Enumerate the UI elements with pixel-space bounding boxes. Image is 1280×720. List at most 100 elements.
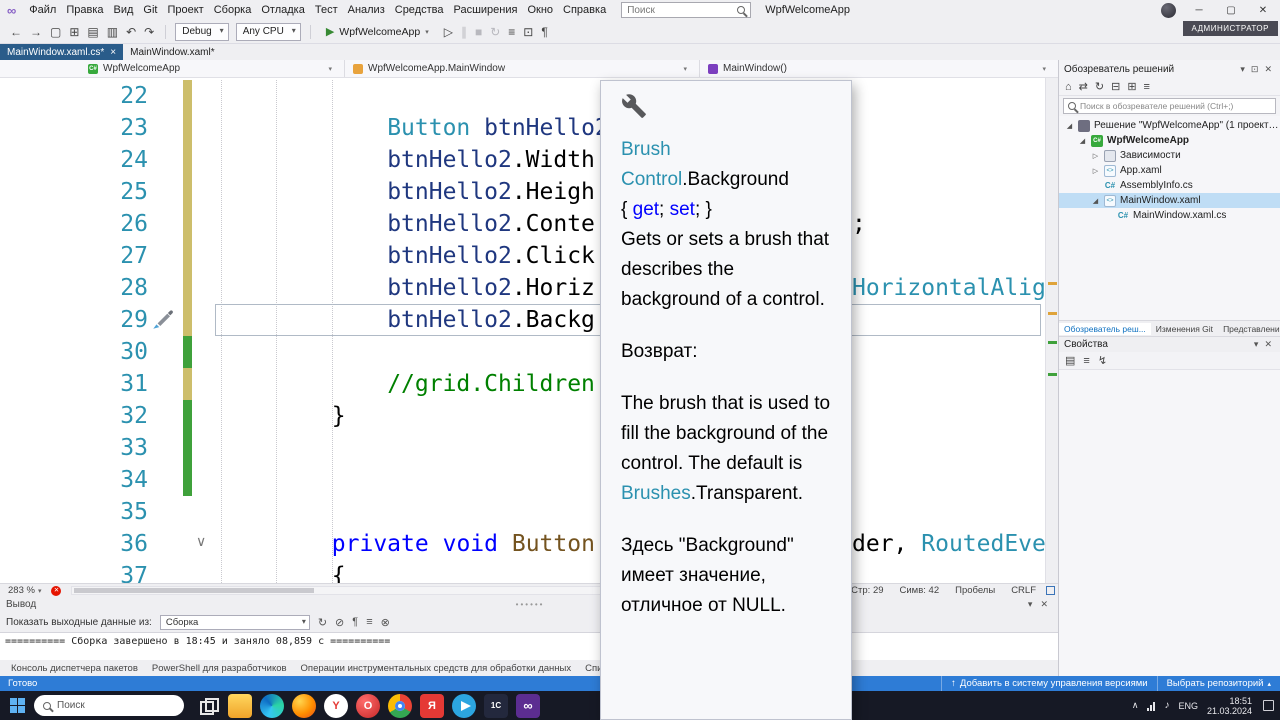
symbol-link[interactable]: Control [621, 169, 682, 190]
code-line-25[interactable]: 25btnHello2.Heigh [0, 176, 1045, 208]
code-line-37[interactable]: 37{ [0, 560, 1045, 583]
save-icon[interactable]: ▤ [83, 25, 102, 39]
menu-item-0[interactable]: Файл [24, 4, 61, 16]
symbol-link[interactable]: Brush [621, 139, 671, 160]
redo-icon[interactable]: ↷ [140, 25, 158, 39]
se-tab-0[interactable]: Обозреватель реш... [1059, 323, 1151, 335]
save-all-icon[interactable]: ▥ [103, 25, 122, 39]
line-number[interactable]: 31 [0, 368, 148, 400]
close-icon[interactable]: ✕ [1261, 339, 1275, 349]
start-without-debugging-icon[interactable]: ▷ [440, 25, 457, 39]
toggle-output-icon[interactable]: ≡ [366, 616, 372, 629]
taskbar-icon-app-dark[interactable]: 1С [484, 694, 508, 718]
tree-expanded-icon[interactable]: ◢ [1078, 137, 1087, 145]
se-tab-1[interactable]: Изменения Git [1151, 323, 1218, 335]
tool-tab-0[interactable]: Консоль диспетчера пакетов [4, 662, 145, 675]
dock-icon[interactable]: ▾ [1237, 64, 1248, 74]
taskbar-icon-yandex[interactable]: Я [420, 694, 444, 718]
solution-configurations-icon[interactable]: ≡ [504, 25, 519, 39]
taskbar-icon-task-view[interactable] [196, 694, 220, 718]
breadcrumb-1[interactable]: WpfWelcomeApp.MainWindow▾ [345, 60, 700, 77]
tree-expanded-icon[interactable]: ◢ [1065, 122, 1074, 130]
code-line-35[interactable]: 35 [0, 496, 1045, 528]
events-icon[interactable]: ↯ [1098, 354, 1107, 367]
line-number[interactable]: 27 [0, 240, 148, 272]
code-line-27[interactable]: 27btnHello2.Click [0, 240, 1045, 272]
notification-center-icon[interactable] [1263, 700, 1274, 711]
tree-item-5[interactable]: ◢<>MainWindow.xaml [1059, 193, 1280, 208]
tree-item-2[interactable]: ▷Зависимости [1059, 148, 1280, 163]
close-button[interactable]: ✕ [1254, 5, 1272, 16]
sync-with-active-document-icon[interactable]: ⇄ [1079, 80, 1088, 93]
line-number[interactable]: 24 [0, 144, 148, 176]
tray-language[interactable]: ENG [1178, 701, 1198, 711]
output-source-select[interactable]: Сборка [160, 615, 310, 630]
tool-tab-1[interactable]: PowerShell для разработчиков [145, 662, 294, 675]
code-line-24[interactable]: 24btnHello2.Width [0, 144, 1045, 176]
code-line-28[interactable]: 28btnHello2.HorizHorizontalAlig [0, 272, 1045, 304]
line-number[interactable]: 34 [0, 464, 148, 496]
back-icon[interactable]: ← [6, 25, 26, 39]
line-number[interactable]: 25 [0, 176, 148, 208]
word-wrap-icon[interactable]: ¶ [352, 616, 358, 629]
categorized-icon[interactable]: ▤ [1065, 354, 1075, 367]
solution-search-box[interactable]: Поиск в обозревателе решений (Ctrl+;) [1063, 98, 1276, 114]
close-icon[interactable]: × [110, 47, 116, 58]
tree-item-4[interactable]: C#AssemblyInfo.cs [1059, 178, 1280, 193]
drag-handle[interactable]: •••••• [36, 600, 1024, 609]
taskbar-icon-firefox[interactable] [292, 694, 316, 718]
se-tab-2[interactable]: Представлени... [1218, 323, 1280, 335]
forward-icon[interactable]: → [26, 25, 46, 39]
collapse-all-icon[interactable]: ⊟ [1111, 80, 1120, 93]
line-number[interactable]: 36 [0, 528, 148, 560]
taskbar-search[interactable]: Поиск [34, 695, 184, 716]
tray-clock[interactable]: 18:51 21.03.2024 [1207, 696, 1252, 716]
line-number[interactable]: 22 [0, 80, 148, 112]
status-spaces[interactable]: Пробелы [955, 585, 995, 596]
maximize-button[interactable]: ▢ [1222, 5, 1240, 16]
bookmark-icon[interactable]: ¶ [537, 25, 551, 39]
symbol-link[interactable]: Brushes [621, 483, 691, 504]
line-number[interactable]: 32 [0, 400, 148, 432]
collapse-chevron-icon[interactable]: ∨ [196, 533, 206, 550]
quick-search-box[interactable]: Поиск [621, 2, 751, 18]
line-number[interactable]: 35 [0, 496, 148, 528]
properties-icon[interactable]: ≡ [1144, 81, 1150, 93]
close-icon[interactable]: ✕ [1261, 64, 1275, 74]
menu-item-4[interactable]: Проект [162, 4, 208, 16]
dock-icon[interactable]: ▾ [1251, 339, 1262, 349]
debug-config-select[interactable]: Debug [175, 23, 228, 41]
zoom-select[interactable]: 283 % ▾ [8, 585, 41, 596]
home-icon[interactable]: ⌂ [1065, 81, 1072, 93]
select-repository-button[interactable]: Выбрать репозиторий ▴ [1157, 676, 1280, 691]
line-number[interactable]: 33 [0, 432, 148, 464]
error-indicator-icon[interactable]: ✕ [51, 586, 61, 596]
tree-collapsed-icon[interactable]: ▷ [1091, 167, 1100, 175]
split-view-icon[interactable] [1046, 586, 1055, 595]
network-icon[interactable] [1147, 701, 1155, 711]
dock-icon[interactable]: ▾ [1024, 599, 1037, 609]
taskbar-icon-yandex-browser[interactable]: Y [324, 694, 348, 718]
stop-icon[interactable]: ■ [471, 25, 486, 39]
line-number[interactable]: 30 [0, 336, 148, 368]
line-number[interactable]: 23 [0, 112, 148, 144]
new-file-icon[interactable]: ▢ [46, 25, 65, 39]
code-line-32[interactable]: 32} [0, 400, 1045, 432]
taskbar-icon-telegram[interactable] [452, 694, 476, 718]
line-number[interactable]: 26 [0, 208, 148, 240]
line-number[interactable]: 37 [0, 560, 148, 583]
editor-vertical-scrollbar[interactable] [1045, 78, 1058, 583]
breadcrumb-0[interactable]: C#WpfWelcomeApp▾ [0, 60, 345, 77]
tool-tab-2[interactable]: Операции инструментальных средств для об… [294, 662, 579, 675]
refresh-icon[interactable]: ↻ [1095, 80, 1104, 93]
code-line-34[interactable]: 34 [0, 464, 1045, 496]
show-all-files-icon[interactable]: ⊞ [1127, 80, 1136, 93]
undo-icon[interactable]: ↶ [122, 25, 140, 39]
taskbar-icon-visual-studio[interactable]: ∞ [516, 694, 540, 718]
tree-item-6[interactable]: C#MainWindow.xaml.cs [1059, 208, 1280, 223]
menu-item-6[interactable]: Отладка [256, 4, 309, 16]
menu-item-9[interactable]: Средства [390, 4, 449, 16]
code-line-31[interactable]: 31//grid.Children [0, 368, 1045, 400]
menu-item-1[interactable]: Правка [61, 4, 108, 16]
tray-expand-icon[interactable]: ∧ [1132, 700, 1139, 711]
